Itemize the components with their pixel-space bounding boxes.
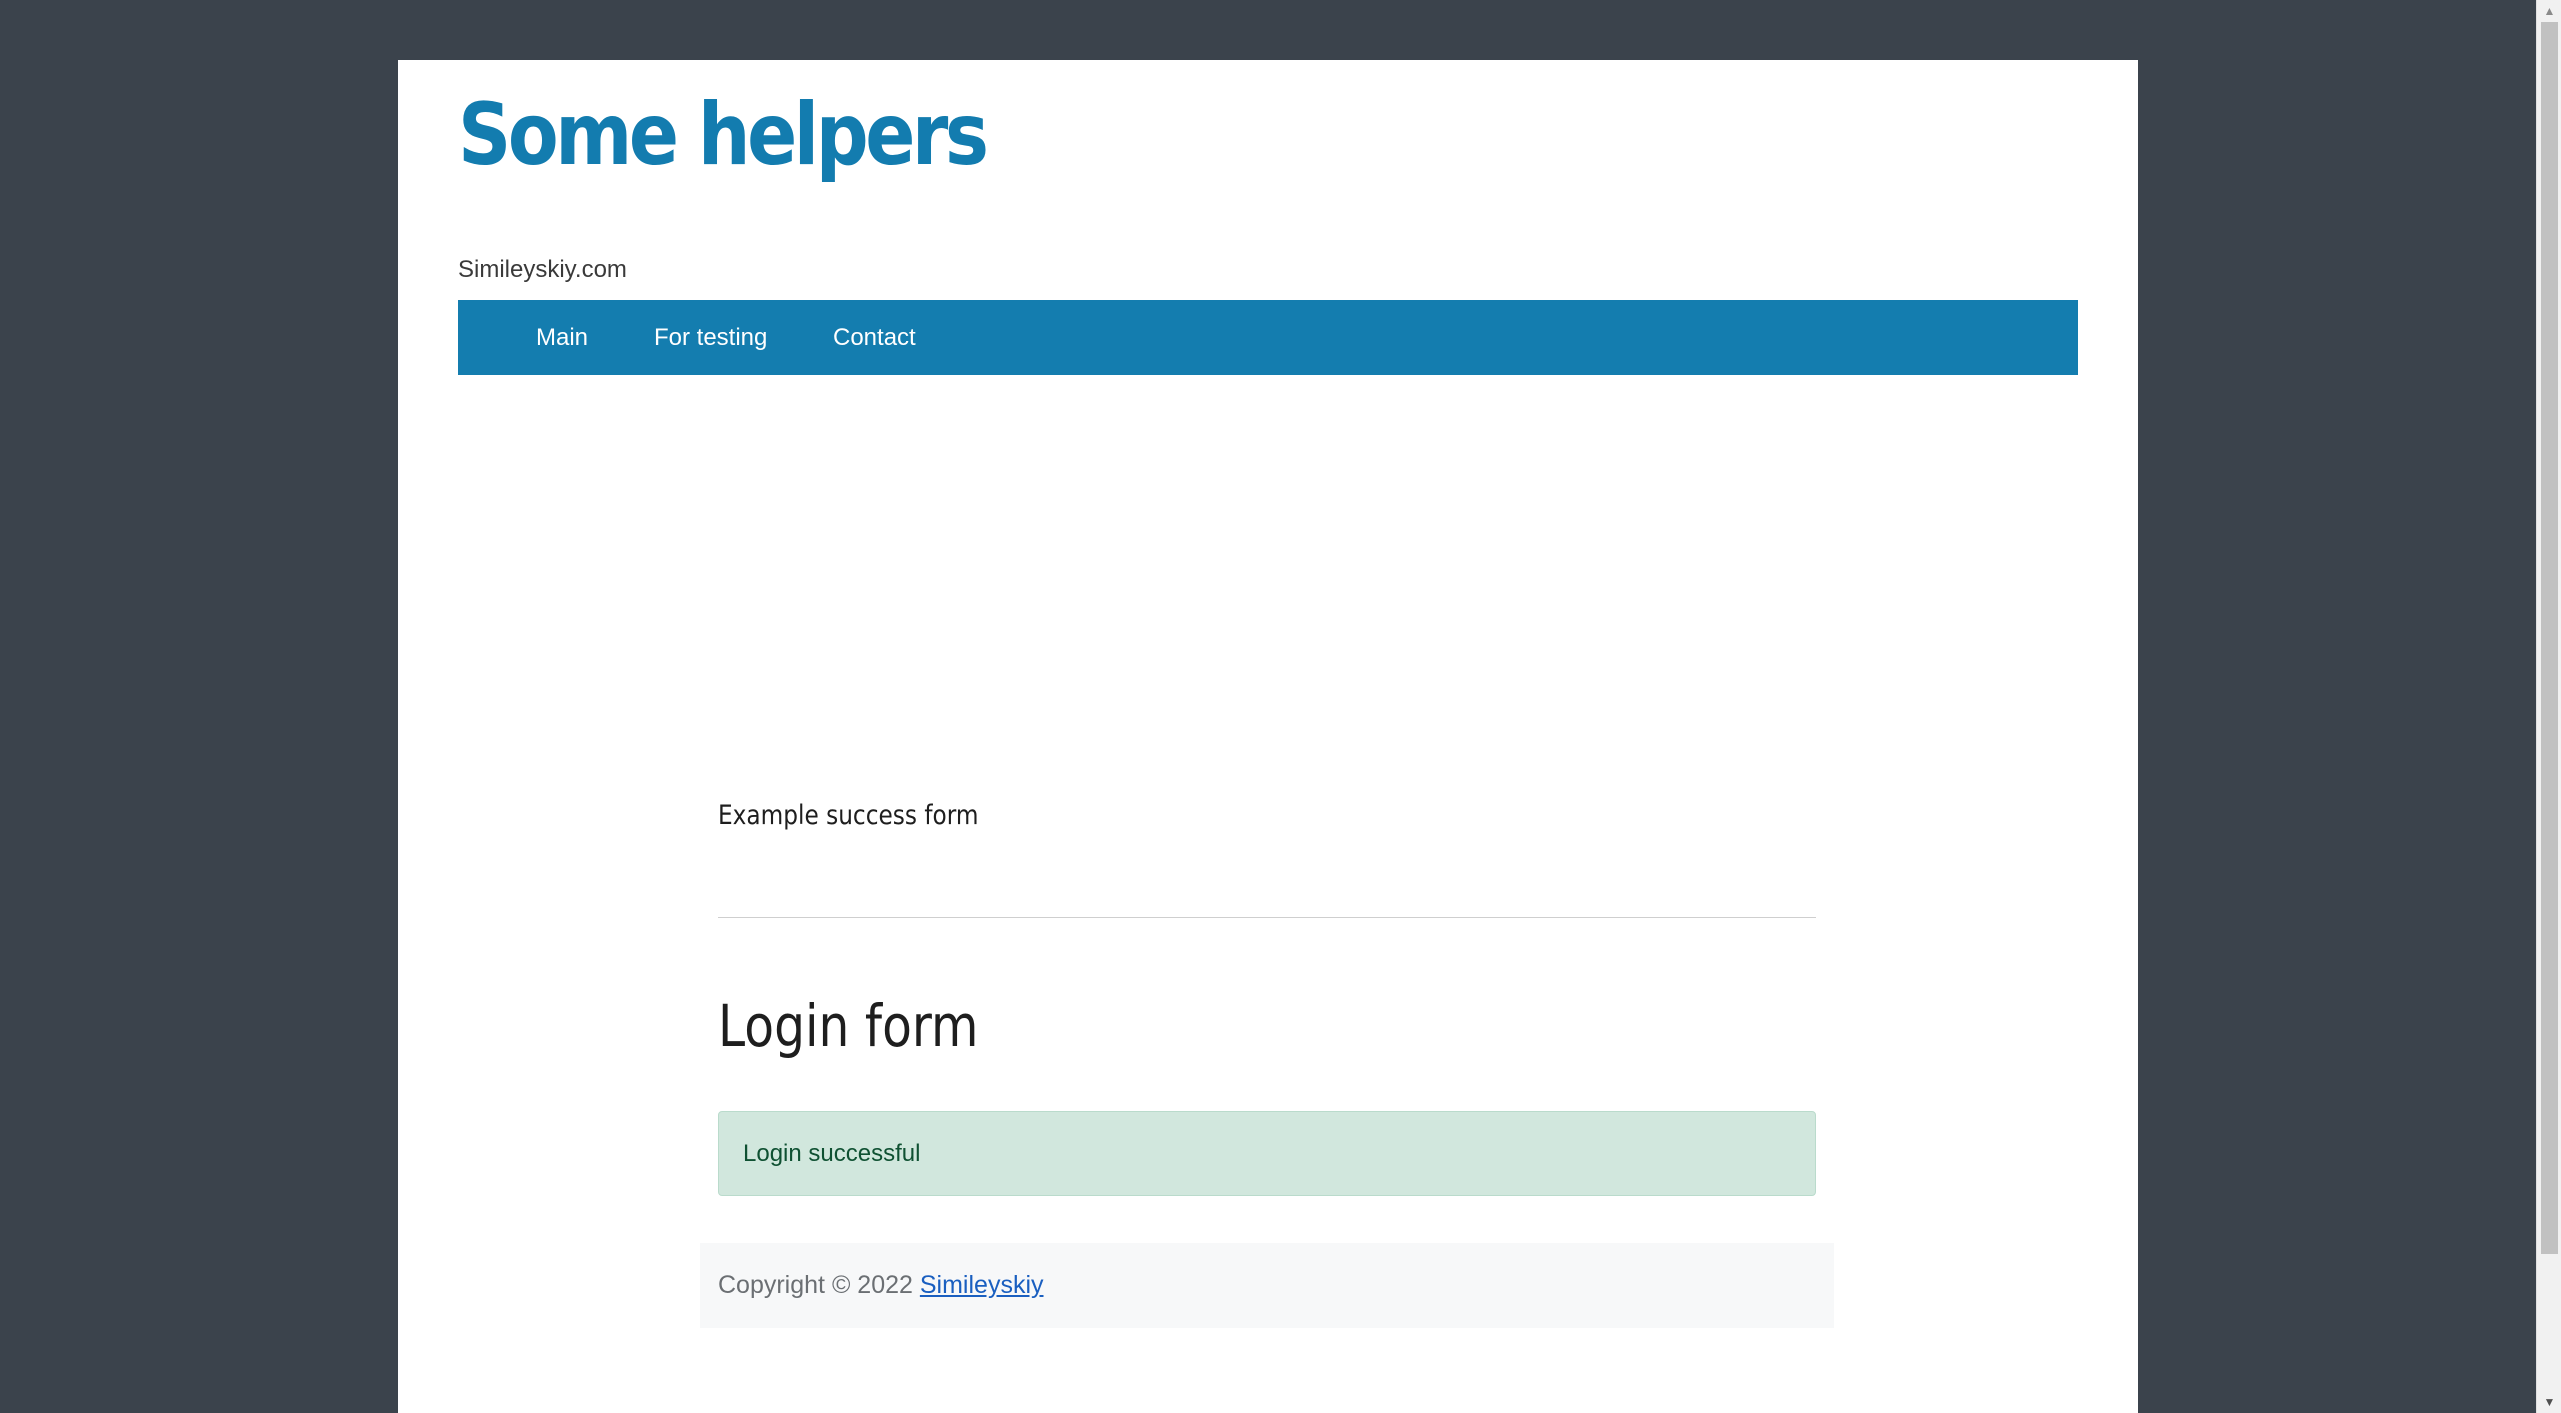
arrow-up-icon[interactable]: ▲ (2537, 0, 2561, 22)
vertical-scrollbar[interactable]: ▲ ▼ (2536, 0, 2561, 1413)
site-title[interactable]: Some helpers (458, 88, 989, 183)
nav-item-main[interactable]: Main (536, 300, 588, 375)
alert-message: Login successful (743, 1140, 921, 1167)
footer: Copyright © 2022 Simileyskiy (700, 1243, 1834, 1328)
page-container: Some helpers Simileyskiy.com Main For te… (398, 60, 2138, 1413)
success-alert: Login successful (718, 1111, 1816, 1196)
nav-item-for-testing[interactable]: For testing (654, 300, 767, 375)
arrow-down-icon[interactable]: ▼ (2537, 1391, 2561, 1413)
form-heading: Login form (718, 992, 979, 1060)
site-tagline: Simileyskiy.com (458, 256, 627, 283)
main-navigation: Main For testing Contact (458, 300, 2078, 375)
nav-item-contact[interactable]: Contact (833, 300, 916, 375)
footer-author-link[interactable]: Simileyskiy (920, 1271, 1044, 1299)
scrollbar-thumb[interactable] (2541, 22, 2558, 1254)
copyright-text: Copyright © 2022 (718, 1271, 913, 1299)
footer-text: Copyright © 2022 Simileyskiy (718, 1243, 1044, 1328)
page-subtitle: Example success form (718, 800, 979, 831)
divider (718, 917, 1816, 918)
